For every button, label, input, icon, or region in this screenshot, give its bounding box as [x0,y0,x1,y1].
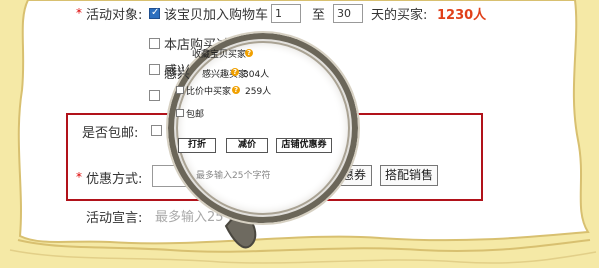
help-icon[interactable]: ? [232,86,240,94]
price-cut-button[interactable]: 减价 [226,138,268,153]
magnified-compare-checkbox[interactable] [176,86,184,94]
discount-button[interactable]: 打折 [178,138,216,153]
magnified-free-shipping-label: 包邮 [186,110,205,120]
magnifier-lens [166,31,360,249]
magnified-interested-count: 304人 [243,70,270,80]
magnified-interested-partial: 感兴 [164,67,191,82]
shop-coupon-button[interactable]: 店铺优惠券 [276,138,332,153]
magnified-compare-buyers: 比价中买家 [186,87,232,97]
magnified-collect-buyers: 收藏宝贝买家 [192,50,247,60]
magnified-free-shipping-checkbox[interactable] [176,109,184,117]
magnified-compare-count: 259人 [245,87,272,97]
magnified-interested-buyers: 感兴趣买家 [202,70,248,80]
help-icon[interactable]: ? [231,68,239,76]
screenshot-stage: * 活动对象: 该宝贝加入购物车 1 至 30 天的买家: 1230人 本店购买… [0,0,599,268]
magnified-input-placeholder: 最多输入25个字符 [196,171,271,181]
help-icon[interactable]: ? [245,49,253,57]
